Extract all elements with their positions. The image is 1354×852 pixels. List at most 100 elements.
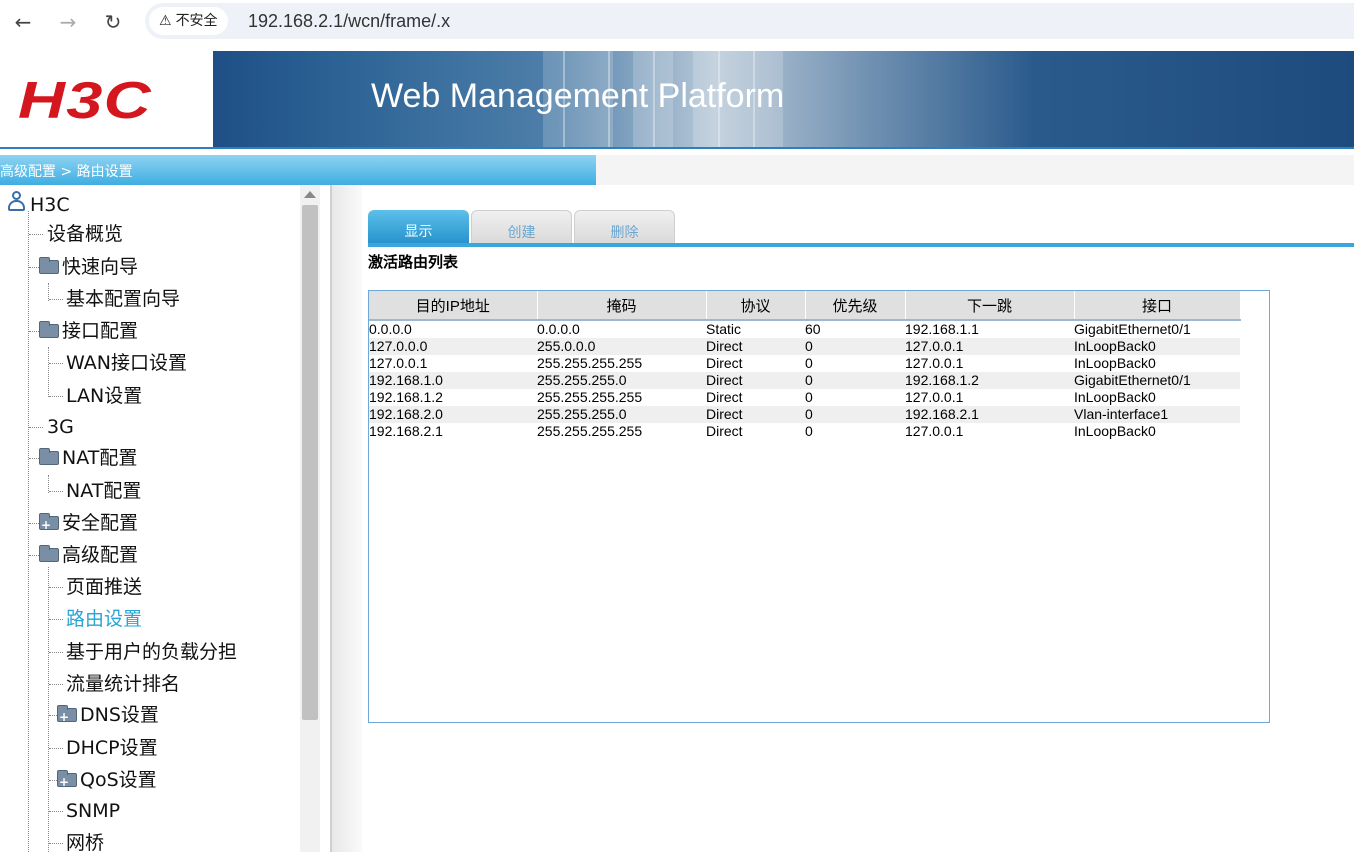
cell-protocol: Direct	[706, 355, 805, 372]
sidebar-item-bridge[interactable]: 网桥	[66, 831, 104, 852]
sidebar-folder-interface-config[interactable]: 接口配置	[39, 319, 138, 343]
sidebar-item-nat-config[interactable]: NAT配置	[66, 479, 141, 503]
cell-next-hop: 192.168.2.1	[905, 406, 1074, 423]
address-bar[interactable]: ⚠ 不安全 192.168.2.1/wcn/frame/.x	[145, 3, 1354, 39]
sidebar-folder-dns[interactable]: DNS设置	[57, 703, 159, 729]
sidebar-item-wan-settings[interactable]: WAN接口设置	[66, 351, 187, 375]
tree-root-h3c[interactable]: H3C	[6, 191, 70, 217]
scrollbar-thumb[interactable]	[302, 205, 318, 720]
breadcrumb: 高级配置 > 路由设置	[0, 164, 133, 180]
column-header-destination[interactable]: 目的IP地址	[369, 291, 538, 321]
cell-priority: 0	[805, 355, 905, 372]
tab-create[interactable]: 创建	[471, 210, 572, 244]
cell-next-hop: 192.168.1.1	[905, 320, 1074, 338]
cell-next-hop: 127.0.0.1	[905, 423, 1074, 440]
tree-line	[49, 396, 63, 397]
table-row[interactable]: 192.168.1.0 255.255.255.0 Direct 0 192.168.1…	[369, 372, 1240, 389]
tree-line	[49, 715, 57, 716]
cell-interface: InLoopBack0	[1074, 389, 1240, 406]
tree-line	[29, 427, 43, 428]
cell-protocol: Direct	[706, 389, 805, 406]
tab-delete[interactable]: 删除	[574, 210, 675, 244]
tree-line	[48, 347, 49, 397]
sidebar-item-user-load-sharing[interactable]: 基于用户的负载分担	[66, 640, 237, 664]
scroll-up-arrow-icon[interactable]	[304, 191, 316, 198]
table-row[interactable]: 192.168.2.1 255.255.255.255 Direct 0 127.0.0…	[369, 423, 1240, 440]
back-arrow-icon[interactable]: ←	[10, 9, 36, 35]
sidebar-item-page-push[interactable]: 页面推送	[66, 575, 142, 599]
logo-area: H3C	[0, 51, 213, 147]
forward-arrow-icon[interactable]: →	[55, 9, 81, 35]
sidebar-folder-security[interactable]: 安全配置	[39, 511, 138, 537]
cell-next-hop: 127.0.0.1	[905, 355, 1074, 372]
sidebar-item-snmp[interactable]: SNMP	[66, 799, 120, 823]
table-row[interactable]: 127.0.0.0 255.0.0.0 Direct 0 127.0.0.1 InLoop…	[369, 338, 1240, 355]
tree-root-label: H3C	[30, 194, 70, 216]
sidebar-item-label: 接口配置	[62, 320, 139, 342]
cell-mask: 255.255.255.0	[537, 406, 706, 423]
sidebar-item-dhcp[interactable]: DHCP设置	[66, 736, 158, 760]
column-header-protocol[interactable]: 协议	[706, 291, 806, 321]
reload-icon[interactable]: ↻	[100, 9, 126, 35]
cell-priority: 0	[805, 406, 905, 423]
url-text[interactable]: 192.168.2.1/wcn/frame/.x	[248, 3, 450, 39]
cell-protocol: Direct	[706, 338, 805, 355]
sidebar-item-3g[interactable]: 3G	[47, 415, 74, 439]
sidebar-folder-quick-wizard[interactable]: 快速向导	[39, 255, 138, 279]
cell-destination: 127.0.0.0	[369, 338, 537, 355]
cell-destination: 192.168.1.0	[369, 372, 537, 389]
section-title: 激活路由列表	[368, 253, 459, 271]
warning-icon: ⚠	[159, 13, 172, 29]
page-header: H3C Web Management Platform	[0, 51, 1354, 147]
cell-priority: 0	[805, 389, 905, 406]
cell-priority: 0	[805, 372, 905, 389]
cell-protocol: Static	[706, 320, 805, 338]
tree-line	[49, 811, 63, 812]
sidebar-item-traffic-ranking[interactable]: 流量统计排名	[66, 672, 180, 696]
cell-next-hop: 127.0.0.1	[905, 338, 1074, 355]
sidebar-folder-advanced[interactable]: 高级配置	[39, 543, 138, 567]
tree-line	[29, 523, 39, 524]
table-row[interactable]: 192.168.1.2 255.255.255.255 Direct 0 127.0.0…	[369, 389, 1240, 406]
cell-mask: 255.255.255.255	[537, 389, 706, 406]
sidebar-item-route-settings[interactable]: 路由设置	[66, 607, 142, 631]
folder-open-icon	[39, 321, 59, 338]
route-table: 目的IP地址 掩码 协议 优先级 下一跳 接口 0.0.0.0 0.0.0.0 St…	[369, 291, 1241, 440]
folder-closed-icon	[57, 705, 77, 729]
column-header-mask[interactable]: 掩码	[537, 291, 707, 321]
tab-underline	[368, 243, 1354, 247]
folder-open-icon	[39, 257, 59, 274]
sidebar-item-device-overview[interactable]: 设备概览	[47, 222, 123, 246]
cell-destination: 192.168.2.1	[369, 423, 537, 440]
security-chip[interactable]: ⚠ 不安全	[149, 7, 228, 35]
tree-line	[49, 363, 63, 364]
cell-mask: 0.0.0.0	[537, 320, 706, 338]
breadcrumb-bar: 高级配置 > 路由设置	[0, 155, 1354, 185]
sidebar-folder-qos[interactable]: QoS设置	[57, 768, 157, 794]
table-row[interactable]: 192.168.2.0 255.255.255.0 Direct 0 192.168.2…	[369, 406, 1240, 423]
tree-line	[49, 843, 63, 844]
cell-priority: 0	[805, 338, 905, 355]
tab-display[interactable]: 显示	[368, 210, 469, 244]
frame-divider[interactable]	[332, 185, 362, 852]
sidebar-scrollbar[interactable]	[300, 185, 320, 852]
tree-line	[48, 567, 49, 852]
sidebar-item-label: DNS设置	[80, 704, 159, 726]
cell-destination: 127.0.0.1	[369, 355, 537, 372]
table-header-row: 目的IP地址 掩码 协议 优先级 下一跳 接口	[369, 291, 1241, 321]
column-header-priority[interactable]: 优先级	[805, 291, 906, 321]
folder-closed-icon	[57, 770, 77, 794]
column-header-next-hop[interactable]: 下一跳	[905, 291, 1075, 321]
sidebar-folder-nat[interactable]: NAT配置	[39, 446, 137, 470]
sidebar-item-label: 快速向导	[62, 256, 139, 278]
cell-interface: GigabitEthernet0/1	[1074, 320, 1240, 338]
tree-line	[29, 555, 39, 556]
tree-line	[49, 491, 63, 492]
column-header-interface[interactable]: 接口	[1074, 291, 1241, 321]
table-row[interactable]: 127.0.0.1 255.255.255.255 Direct 0 127.0.0.1…	[369, 355, 1240, 372]
table-row[interactable]: 0.0.0.0 0.0.0.0 Static 60 192.168.1.1 Gigabit…	[369, 320, 1240, 338]
sidebar-item-basic-config-wizard[interactable]: 基本配置向导	[66, 287, 180, 311]
cell-priority: 0	[805, 423, 905, 440]
header-stripe	[0, 147, 1354, 155]
sidebar-item-lan-settings[interactable]: LAN设置	[66, 384, 142, 408]
